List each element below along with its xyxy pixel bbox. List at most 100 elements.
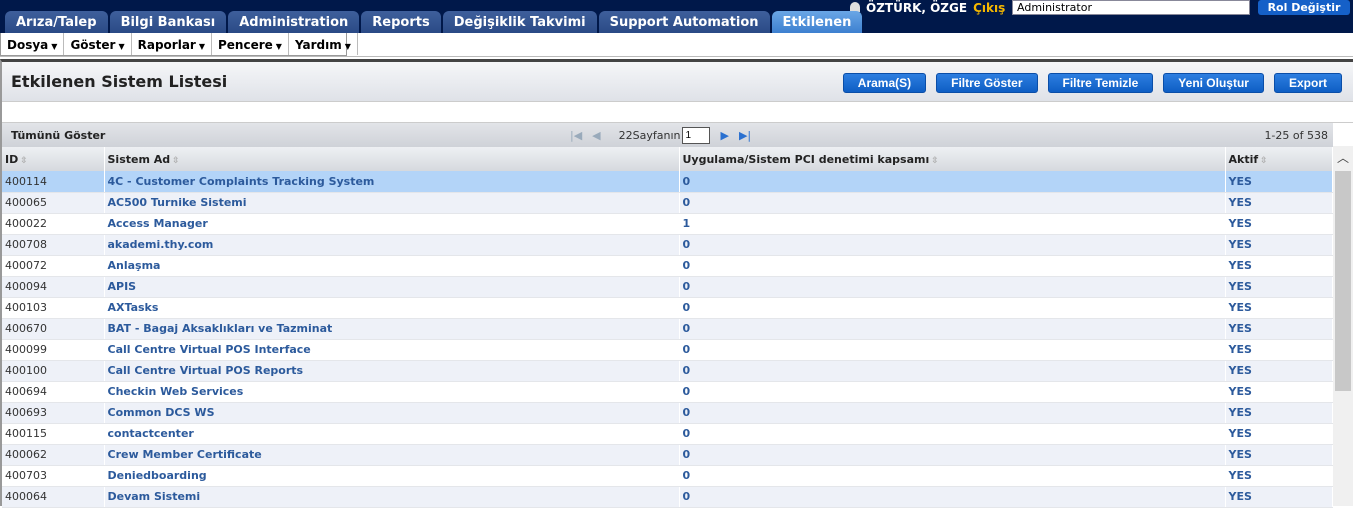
cell: 400115 xyxy=(2,423,105,445)
cell: YES xyxy=(1225,213,1333,235)
table-row[interactable]: 400100 Call Centre Virtual POS Reports 0 YE… xyxy=(2,360,1333,382)
sort-icon[interactable]: ⇳ xyxy=(172,156,180,166)
scroll-up-icon[interactable]: ︿ xyxy=(1333,146,1353,168)
cell[interactable]: 4C - Customer Complaints Tracking System xyxy=(104,171,680,193)
scroll-thumb[interactable] xyxy=(1335,171,1351,391)
cell[interactable]: Anlaşma xyxy=(104,255,680,277)
column-header[interactable]: Aktif ⇳ xyxy=(1225,147,1333,171)
tab-1[interactable]: Bilgi Bankası xyxy=(109,11,227,33)
prev-page-icon[interactable]: ◀ xyxy=(592,129,600,142)
role-select[interactable]: Administrator xyxy=(1012,0,1250,15)
tab-5[interactable]: Support Automation xyxy=(598,11,770,33)
show-all-link[interactable]: Tümünü Göster xyxy=(11,129,105,142)
cell[interactable]: AXTasks xyxy=(104,297,680,319)
cell: YES xyxy=(1225,297,1333,319)
toolbar-button-2[interactable]: Filtre Temizle xyxy=(1047,73,1154,93)
cell[interactable]: BAT - Bagaj Aksaklıkları ve Tazminat xyxy=(104,318,680,340)
tab-3[interactable]: Reports xyxy=(361,11,441,33)
cell: YES xyxy=(1225,255,1333,277)
caret-down-icon: ▼ xyxy=(51,42,58,51)
page-input[interactable] xyxy=(682,127,711,144)
menu-item-4[interactable]: Yardım ▼ xyxy=(289,33,358,55)
menu-label: Pencere xyxy=(218,38,273,52)
cell: 400670 xyxy=(2,318,105,340)
cell: 0 xyxy=(679,276,1226,298)
scrollbar[interactable]: ︿ xyxy=(1333,146,1353,506)
menu-item-1[interactable]: Göster ▼ xyxy=(64,33,132,55)
table-row[interactable]: 400708 akademi.thy.com 0 YES xyxy=(2,234,1333,256)
table-row[interactable]: 400064 Devam Sistemi 0 YES xyxy=(2,486,1333,508)
cell[interactable]: akademi.thy.com xyxy=(104,234,680,256)
cell[interactable]: APIS xyxy=(104,276,680,298)
tab-6[interactable]: Etkilenen xyxy=(771,11,863,33)
menu-item-3[interactable]: Pencere ▼ xyxy=(212,33,289,55)
cell: 400022 xyxy=(2,213,105,235)
cell: 0 xyxy=(679,192,1226,214)
tab-0[interactable]: Arıza/Talep xyxy=(5,11,108,33)
column-header[interactable]: Uygulama/Sistem PCI denetimi kapsamı ⇳ xyxy=(679,147,1226,171)
next-page-icon[interactable]: ▶ xyxy=(720,129,728,142)
cell[interactable]: contactcenter xyxy=(104,423,680,445)
table-row[interactable]: 400115 contactcenter 0 YES xyxy=(2,423,1333,445)
cell: 400065 xyxy=(2,192,105,214)
cell: 0 xyxy=(679,423,1226,445)
caret-down-icon: ▼ xyxy=(118,42,125,51)
cell[interactable]: Common DCS WS xyxy=(104,402,680,424)
main-panel: Etkilenen Sistem Listesi Arama(S) Filtre … xyxy=(0,59,1353,508)
cell: 0 xyxy=(679,318,1226,340)
tab-2[interactable]: Administration xyxy=(228,11,360,33)
cell[interactable]: Call Centre Virtual POS Interface xyxy=(104,339,680,361)
cell[interactable]: Call Centre Virtual POS Reports xyxy=(104,360,680,382)
change-role-button[interactable]: Rol Değiştir xyxy=(1258,0,1350,15)
table-row[interactable]: 400670 BAT - Bagaj Aksaklıkları ve Tazmin… xyxy=(2,318,1333,340)
table-row[interactable]: 400103 AXTasks 0 YES xyxy=(2,297,1333,319)
cell[interactable]: Deniedboarding xyxy=(104,465,680,487)
menu-item-0[interactable]: Dosya ▼ xyxy=(1,33,65,55)
toolbar-button-0[interactable]: Arama(S) xyxy=(842,73,927,93)
sort-icon[interactable]: ⇳ xyxy=(931,156,939,166)
cell: 1 xyxy=(679,213,1226,235)
cell: 0 xyxy=(679,234,1226,256)
pager: Tümünü Göster |◀ ◀ 22Sayfanın ▶ ▶| 1-25 … xyxy=(2,123,1333,147)
first-page-icon[interactable]: |◀ xyxy=(570,129,582,142)
cell: 0 xyxy=(679,402,1226,424)
page-title: Etkilenen Sistem Listesi xyxy=(11,72,228,91)
record-count: 1-25 of 538 xyxy=(1264,129,1328,142)
cell: 400693 xyxy=(2,402,105,424)
cell: 0 xyxy=(679,465,1226,487)
cell[interactable]: Crew Member Certificate xyxy=(104,444,680,466)
cell[interactable]: Access Manager xyxy=(104,213,680,235)
table-row[interactable]: 400099 Call Centre Virtual POS Interface 0… xyxy=(2,339,1333,361)
column-header[interactable]: Sistem Ad ⇳ xyxy=(104,147,680,171)
menu-label: Yardım xyxy=(294,38,342,52)
cell: 0 xyxy=(679,171,1226,193)
sort-icon[interactable]: ⇳ xyxy=(1260,156,1268,166)
tab-4[interactable]: Değişiklik Takvimi xyxy=(442,11,597,33)
menu-item-2[interactable]: Raporlar ▼ xyxy=(132,33,212,55)
logout-link[interactable]: Çıkış xyxy=(973,1,1005,15)
column-header[interactable]: ID ⇳ xyxy=(2,147,105,171)
toolbar-button-4[interactable]: Export xyxy=(1273,73,1342,93)
table-row[interactable]: 400114 4C - Customer Complaints Tracking … xyxy=(2,171,1333,193)
cell[interactable]: Devam Sistemi xyxy=(104,486,680,508)
last-page-icon[interactable]: ▶| xyxy=(739,129,751,142)
toolbar-button-3[interactable]: Yeni Oluştur xyxy=(1163,73,1264,93)
caret-down-icon: ▼ xyxy=(344,42,351,51)
table-row[interactable]: 400022 Access Manager 1 YES xyxy=(2,213,1333,235)
table-row[interactable]: 400703 Deniedboarding 0 YES xyxy=(2,465,1333,487)
table-row[interactable]: 400062 Crew Member Certificate 0 YES xyxy=(2,444,1333,466)
menu-label: Dosya xyxy=(7,38,49,52)
table-row[interactable]: 400072 Anlaşma 0 YES xyxy=(2,255,1333,277)
toolbar-button-1[interactable]: Filtre Göster xyxy=(936,73,1038,93)
table-row[interactable]: 400065 AC500 Turnike Sistemi 0 YES xyxy=(2,192,1333,214)
cell: 0 xyxy=(679,486,1226,508)
table-row[interactable]: 400694 Checkin Web Services 0 YES xyxy=(2,381,1333,403)
cell: 400064 xyxy=(2,486,105,508)
table-row[interactable]: 400693 Common DCS WS 0 YES xyxy=(2,402,1333,424)
sort-icon[interactable]: ⇳ xyxy=(20,156,28,166)
column-label: Aktif xyxy=(1228,152,1259,166)
cell[interactable]: AC500 Turnike Sistemi xyxy=(104,192,680,214)
cell: 400694 xyxy=(2,381,105,403)
table-row[interactable]: 400094 APIS 0 YES xyxy=(2,276,1333,298)
cell[interactable]: Checkin Web Services xyxy=(104,381,680,403)
